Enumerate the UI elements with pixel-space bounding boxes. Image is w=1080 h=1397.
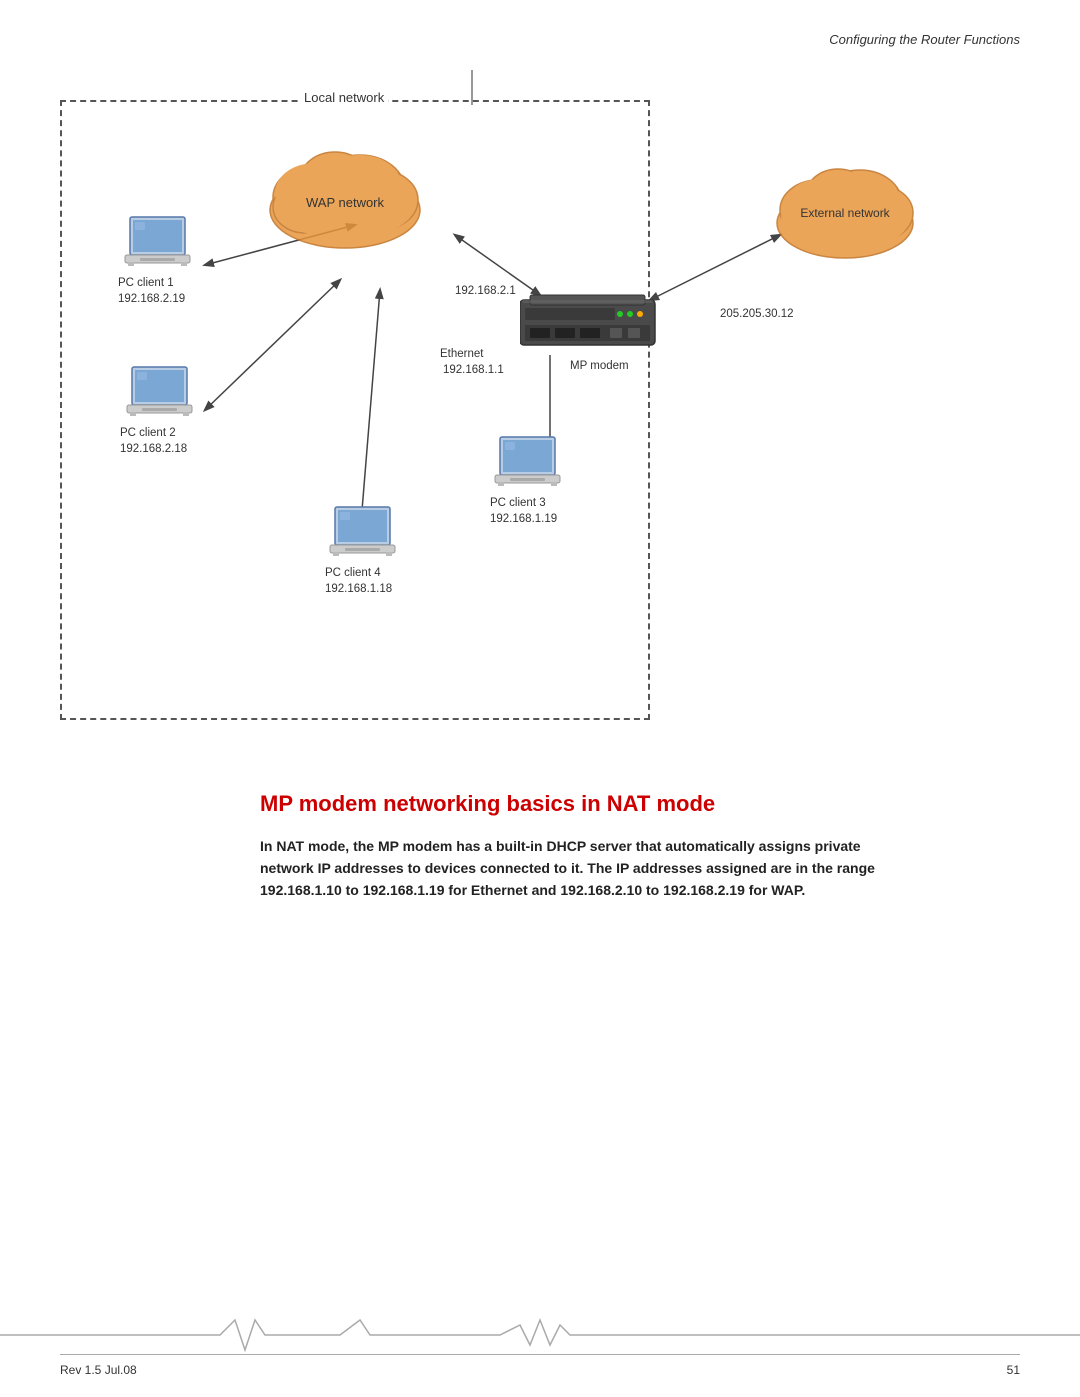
router-device xyxy=(520,290,650,355)
pc-client-2 xyxy=(122,365,202,430)
page-footer: Rev 1.5 Jul.08 51 xyxy=(60,1354,1020,1377)
text-section: MP modem networking basics in NAT mode I… xyxy=(260,790,910,902)
diagram-area: Local network xyxy=(60,70,1020,770)
footer-page-number: 51 xyxy=(1007,1363,1020,1377)
pc-client-3-label: PC client 3 192.168.1.19 xyxy=(490,495,557,527)
wap-ip-label: 192.168.2.1 xyxy=(455,285,516,297)
svg-text:WAP network: WAP network xyxy=(306,195,385,210)
pc-client-4-label: PC client 4 192.168.1.18 xyxy=(325,565,392,597)
section-body: In NAT mode, the MP modem has a built-in… xyxy=(260,835,910,902)
header-title: Configuring the Router Functions xyxy=(829,32,1020,47)
router-ip-label: MP modem xyxy=(570,360,629,372)
ethernet-label: Ethernet xyxy=(440,348,483,360)
pc-client-2-label: PC client 2 192.168.2.18 xyxy=(120,425,187,457)
ekg-decoration xyxy=(0,1315,1080,1355)
pc-client-4 xyxy=(325,505,405,570)
section-title: MP modem networking basics in NAT mode xyxy=(260,790,910,819)
footer-revision: Rev 1.5 Jul.08 xyxy=(60,1363,137,1377)
main-content: Local network xyxy=(60,70,1020,1337)
wap-cloud: WAP network xyxy=(250,125,440,255)
eth-ip-label: 192.168.1.1 xyxy=(443,364,504,376)
page-header: Configuring the Router Functions xyxy=(829,32,1020,47)
external-ip-label: 205.205.30.12 xyxy=(720,308,794,320)
external-cloud: External network xyxy=(760,145,990,265)
local-network-label: Local network xyxy=(300,90,388,105)
svg-text:External network: External network xyxy=(800,206,890,220)
pc-client-1-label: PC client 1 192.168.2.19 xyxy=(118,275,185,307)
pc-client-3 xyxy=(490,435,570,500)
pc-client-1 xyxy=(120,215,200,280)
